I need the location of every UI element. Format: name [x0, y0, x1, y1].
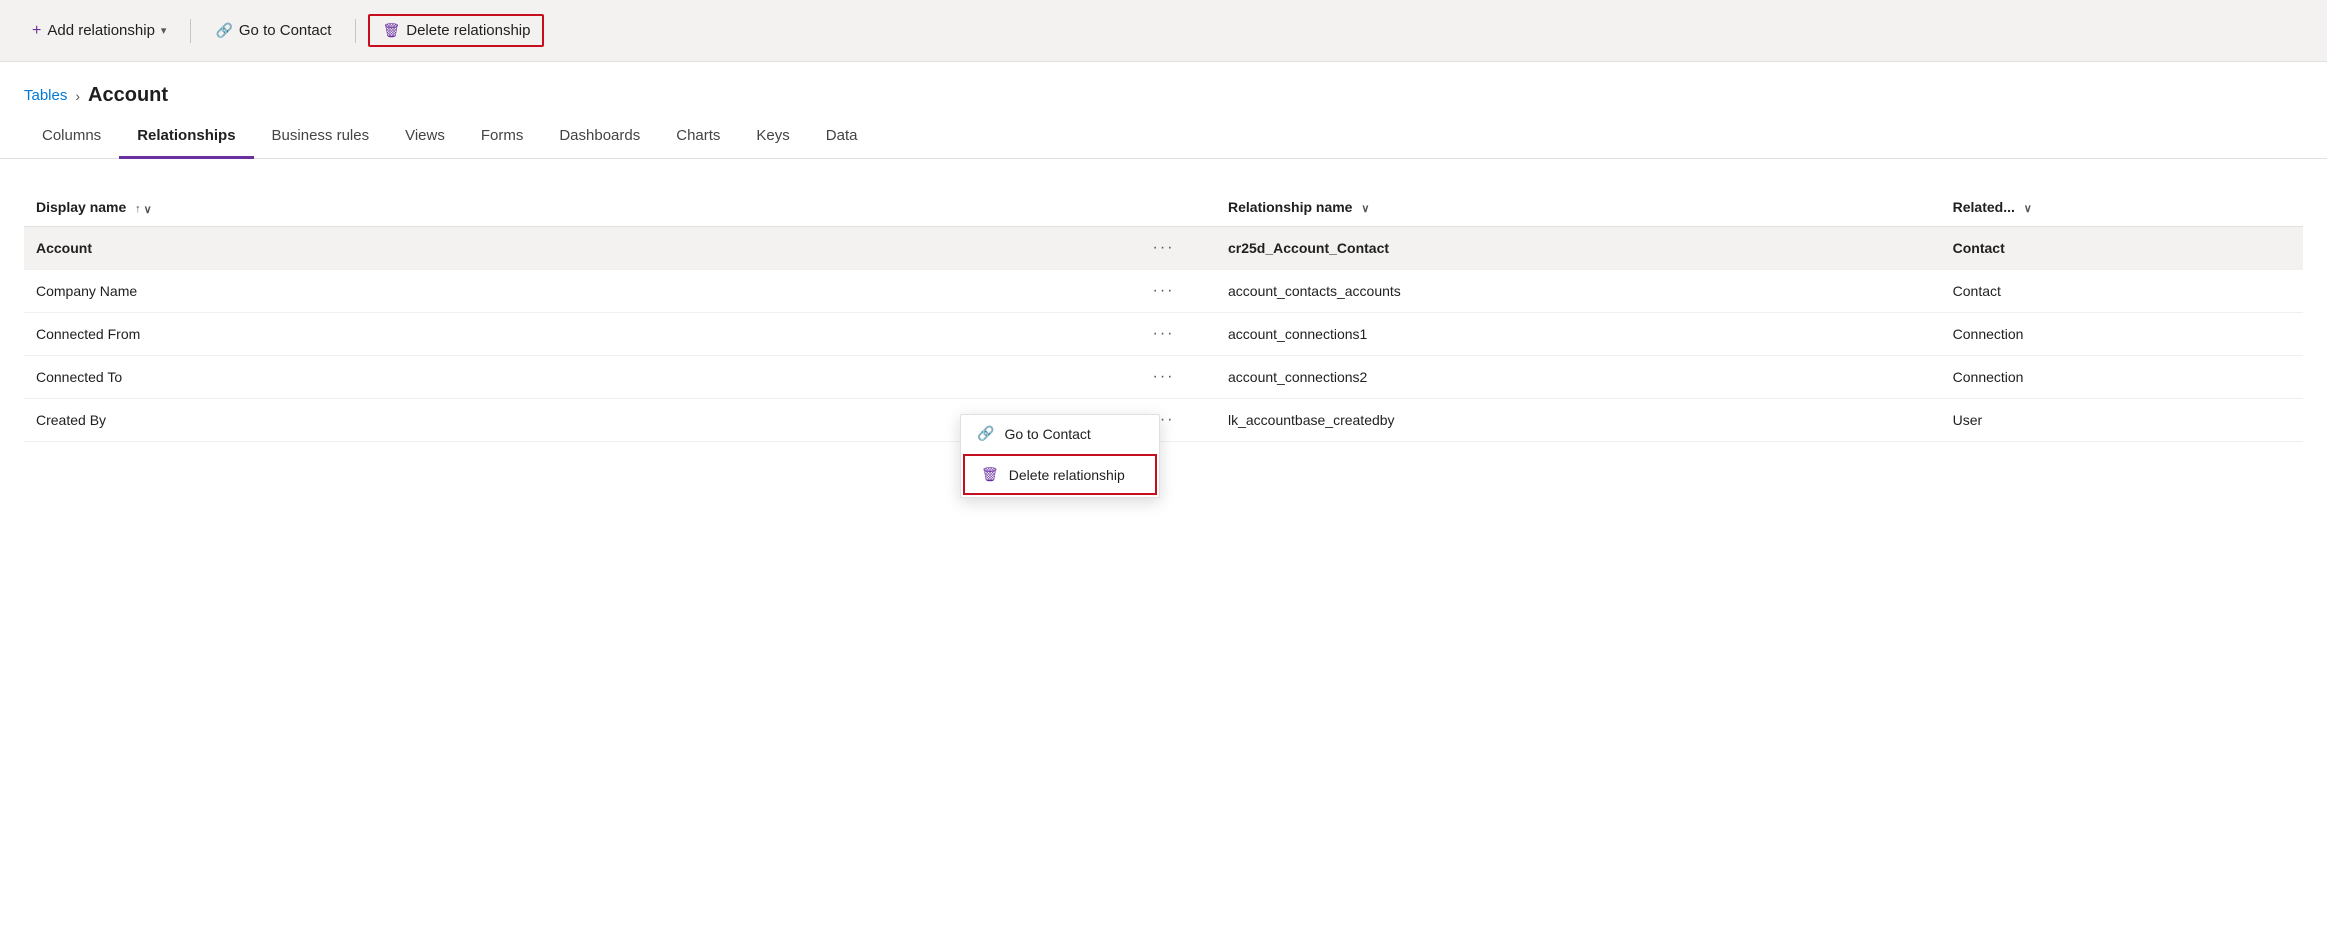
link-icon: 🔗 [215, 22, 232, 39]
breadcrumb-tables-link[interactable]: Tables [24, 87, 67, 104]
add-chevron-icon: ▾ [161, 24, 167, 37]
table-row[interactable]: Created By···lk_accountbase_createdbyUse… [24, 398, 2303, 441]
cell-display-name: Account [24, 226, 1111, 269]
table-row[interactable]: Company Name ··· account_contacts_accounts… [24, 269, 2303, 312]
tab-charts[interactable]: Charts [658, 117, 738, 159]
plus-icon: + [32, 22, 41, 40]
cell-relationship-name: account_connections1 [1216, 312, 1941, 355]
dots-button[interactable]: ··· [1146, 366, 1180, 388]
cell-dots: ··· [1111, 355, 1216, 398]
sort-desc-related-icon: ∨ [2024, 202, 2032, 215]
toolbar-divider-2 [355, 19, 356, 43]
toolbar: + Add relationship ▾ 🔗 Go to Contact 🗑 D… [0, 0, 2327, 62]
tab-columns[interactable]: Columns [24, 117, 119, 159]
cell-related: Connection [1941, 355, 2303, 398]
breadcrumb: Tables › Account [0, 62, 2327, 117]
cell-display-name: Created By [24, 398, 1111, 441]
cell-related: Contact [1941, 269, 2303, 312]
context-trash-icon: 🗑 [981, 466, 999, 483]
tabs-bar: Columns Relationships Business rules Vie… [0, 117, 2327, 159]
sort-icons-display: ↑ ∨ [135, 203, 152, 216]
cell-dots: ··· [1111, 226, 1216, 269]
cell-related: Connection [1941, 312, 2303, 355]
sort-icons-related: ∨ [2024, 202, 2032, 215]
sort-icons-relname: ∨ [1361, 202, 1369, 215]
cell-dots: ··· [1111, 312, 1216, 355]
cell-display-name: Connected From [24, 312, 1111, 355]
cell-relationship-name: lk_accountbase_createdby [1216, 398, 1941, 441]
cell-relationship-name: account_contacts_accounts [1216, 269, 1941, 312]
table-row[interactable]: Account ··· cr25d_Account_ContactContact [24, 226, 2303, 269]
context-link-icon: 🔗 [977, 425, 994, 442]
breadcrumb-current: Account [88, 84, 168, 107]
cell-related: User [1941, 398, 2303, 441]
cell-dots: ··· [1111, 269, 1216, 312]
col-header-related[interactable]: Related... ∨ [1941, 189, 2303, 226]
tab-relationships[interactable]: Relationships [119, 117, 253, 159]
context-delete-relationship-label: Delete relationship [1009, 467, 1125, 483]
context-menu-go-to-contact[interactable]: 🔗 Go to Contact [961, 415, 1159, 452]
context-go-to-contact-label: Go to Contact [1004, 426, 1090, 442]
breadcrumb-separator: › [75, 88, 80, 104]
cell-relationship-name: account_connections2 [1216, 355, 1941, 398]
col-header-dots [1111, 189, 1216, 226]
context-menu-delete-relationship[interactable]: 🗑 Delete relationship [963, 454, 1157, 495]
tab-dashboards[interactable]: Dashboards [541, 117, 658, 159]
cell-display-name: Company Name [24, 269, 1111, 312]
table-row[interactable]: Connected From ··· account_connections1Con… [24, 312, 2303, 355]
tab-business-rules[interactable]: Business rules [254, 117, 388, 159]
tab-data[interactable]: Data [808, 117, 876, 159]
add-relationship-button[interactable]: + Add relationship ▾ [20, 16, 178, 46]
toolbar-divider-1 [190, 19, 191, 43]
dots-button[interactable]: ··· [1146, 237, 1180, 259]
delete-relationship-button[interactable]: 🗑 Delete relationship [368, 14, 544, 47]
tab-forms[interactable]: Forms [463, 117, 542, 159]
table-row[interactable]: Connected To ··· account_connections2Conne… [24, 355, 2303, 398]
sort-desc-icon: ∨ [144, 203, 152, 216]
sort-asc-icon: ↑ [135, 203, 141, 215]
col-header-relationship-name[interactable]: Relationship name ∨ [1216, 189, 1941, 226]
content-area: Display name ↑ ∨ Relationship name ∨ Rel… [0, 159, 2327, 442]
go-to-contact-button[interactable]: 🔗 Go to Contact [203, 16, 343, 45]
trash-icon: 🗑 [382, 22, 400, 39]
col-header-display-name[interactable]: Display name ↑ ∨ [24, 189, 1111, 226]
add-relationship-label: Add relationship [47, 22, 155, 39]
tab-keys[interactable]: Keys [738, 117, 807, 159]
dots-button[interactable]: ··· [1146, 323, 1180, 345]
cell-display-name: Connected To [24, 355, 1111, 398]
delete-relationship-label: Delete relationship [406, 22, 530, 39]
go-to-contact-label: Go to Contact [239, 22, 332, 39]
tab-views[interactable]: Views [387, 117, 463, 159]
relationships-table: Display name ↑ ∨ Relationship name ∨ Rel… [24, 189, 2303, 442]
sort-desc-relname-icon: ∨ [1361, 202, 1369, 215]
cell-relationship-name: cr25d_Account_Contact [1216, 226, 1941, 269]
context-menu: 🔗 Go to Contact 🗑 Delete relationship [960, 414, 1160, 498]
cell-related: Contact [1941, 226, 2303, 269]
dots-button[interactable]: ··· [1146, 280, 1180, 302]
